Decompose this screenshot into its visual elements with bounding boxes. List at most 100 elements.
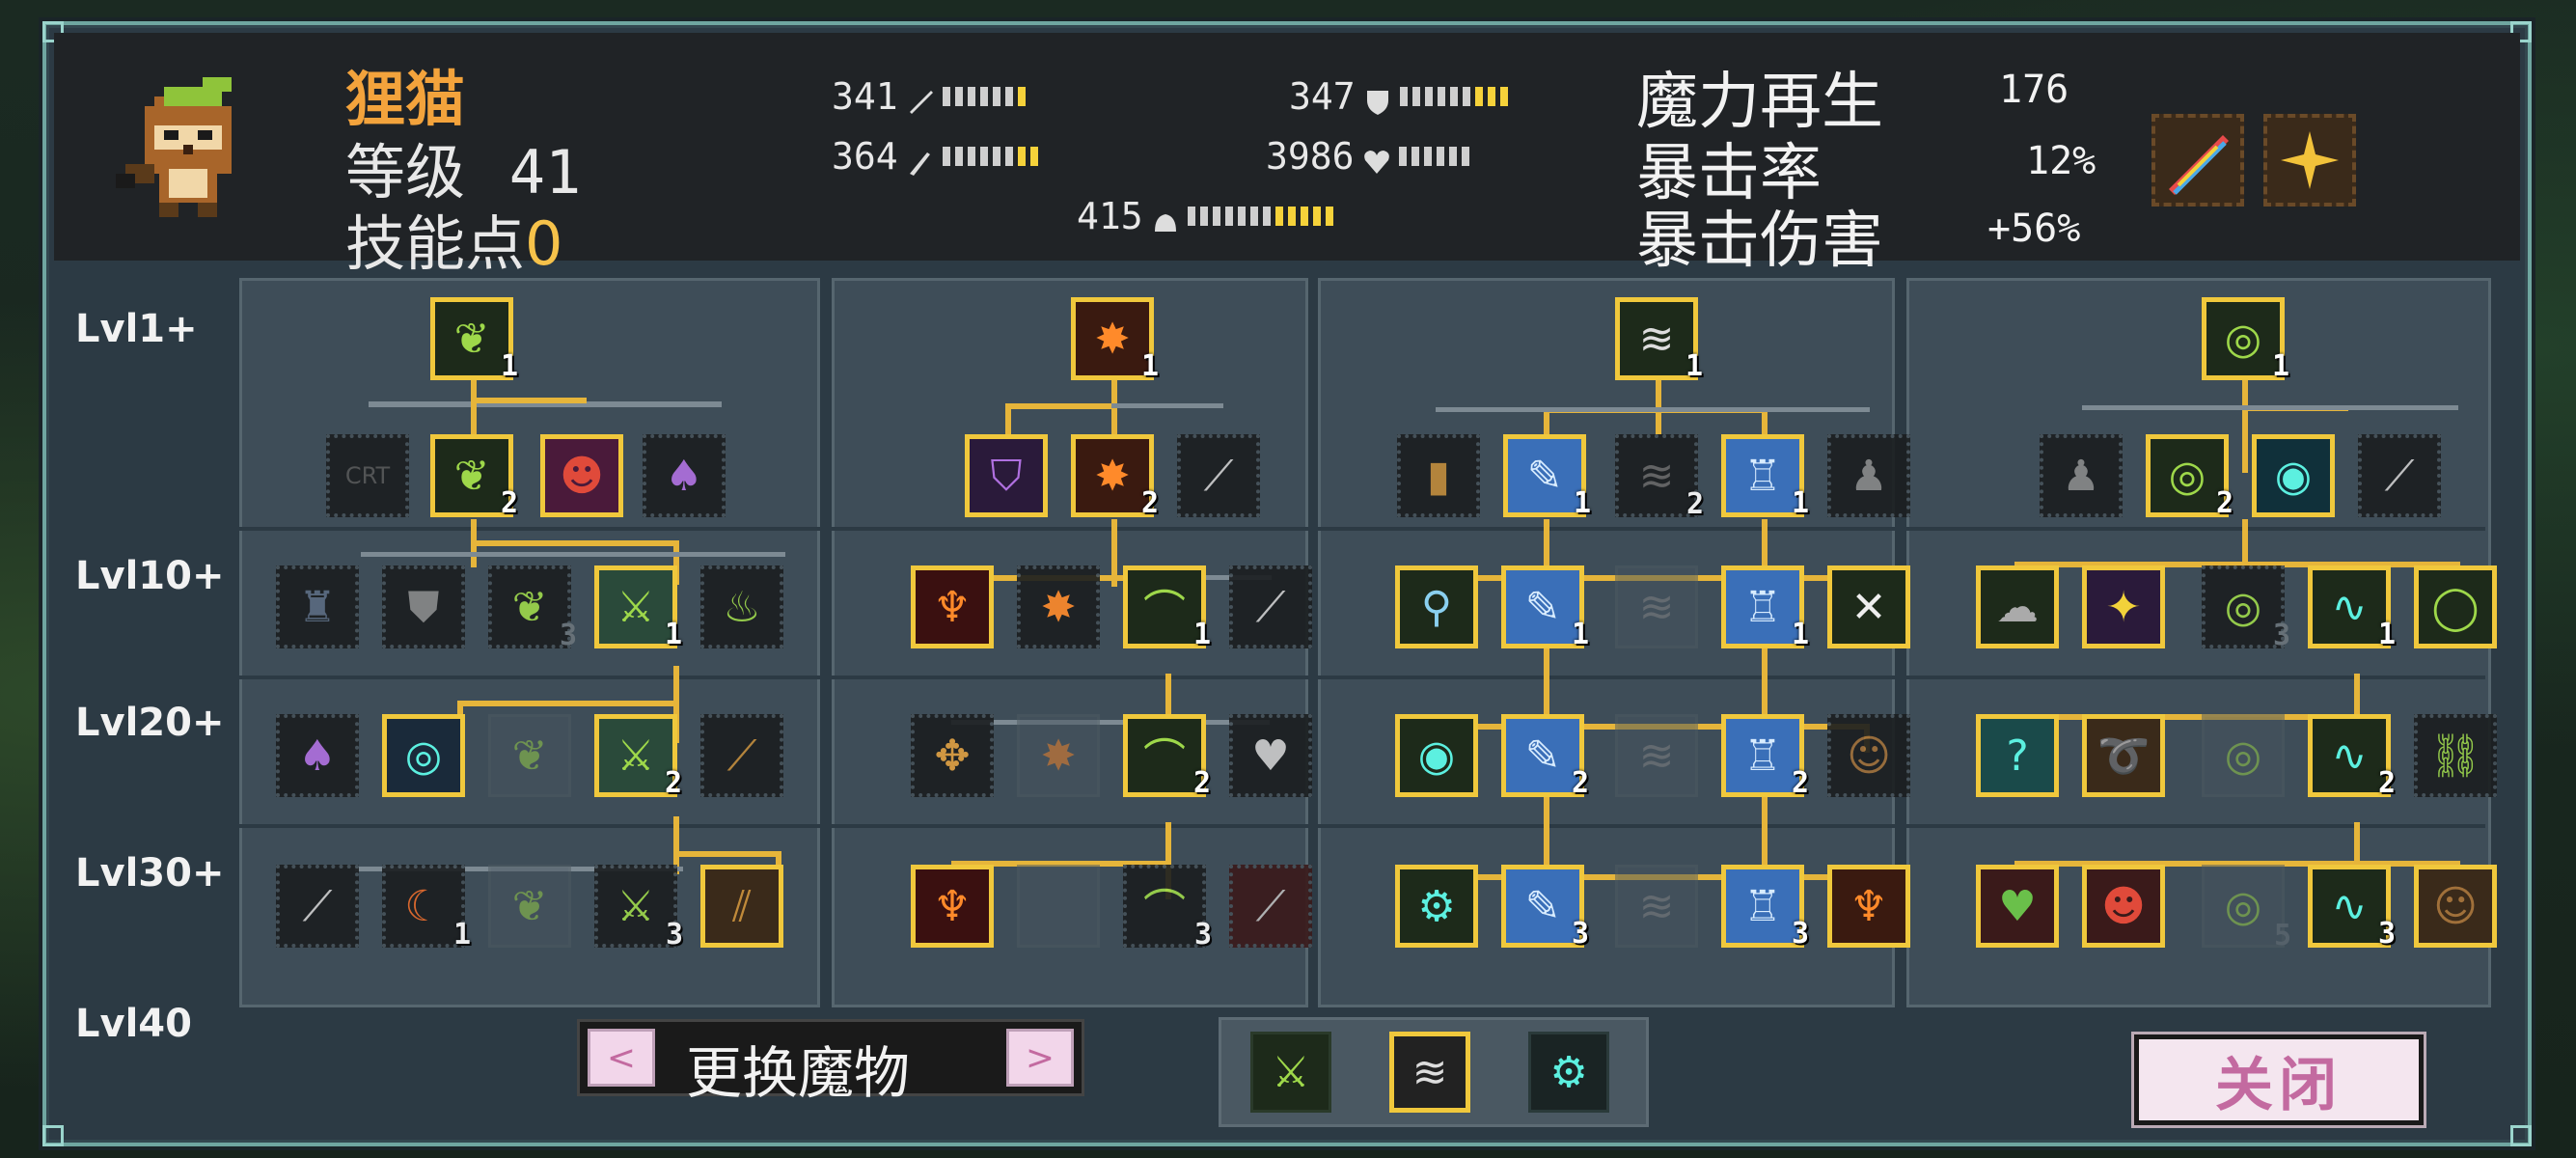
skill-tornado[interactable]: ≋ 1 xyxy=(1615,297,1703,383)
skill-bubble-orb[interactable]: ◎ xyxy=(382,714,465,797)
active-slot-tornado[interactable]: ≋ xyxy=(1389,1032,1470,1113)
skill-storm-cloud[interactable]: ☁ xyxy=(1976,565,2059,648)
corner-ornament xyxy=(2510,1125,2532,1146)
skill-color-star[interactable]: ✥ xyxy=(911,714,994,797)
skill-locked-tornado-2[interactable]: ≋ xyxy=(1615,714,1698,797)
equipment-slot-weapon[interactable] xyxy=(2151,114,2244,207)
skill-heart-up[interactable]: ♥ xyxy=(1229,714,1312,797)
skill-wave-beam-2[interactable]: ∿ 2 xyxy=(2308,714,2396,800)
skill-quill-flurry[interactable]: ✎ 1 xyxy=(1501,565,1589,651)
unlocked-connector xyxy=(471,540,677,546)
unlocked-connector xyxy=(673,851,780,857)
skill-locked-tornado[interactable]: ≋ xyxy=(1615,565,1698,648)
skill-boomerang[interactable]: ⌒ 1 xyxy=(1123,565,1211,651)
skill-locked-star[interactable]: ✸ xyxy=(1017,714,1100,797)
prev-monster-button[interactable]: < xyxy=(588,1029,655,1087)
skill-blue-chalice[interactable]: ♖ 1 xyxy=(1721,434,1809,520)
skill-starburst-2[interactable]: ✸ 2 xyxy=(1071,434,1159,520)
skill-cross-slash[interactable]: ✕ xyxy=(1827,565,1910,648)
skill-tornado-2[interactable]: ≋ 2 xyxy=(1615,434,1704,521)
skill-wand-boost[interactable]: ⟋ xyxy=(1177,434,1260,517)
skill-rage-form[interactable]: ♆ xyxy=(911,565,994,648)
skill-helm-up[interactable]: ♟ xyxy=(1827,434,1910,517)
skill-scroll[interactable]: ▮ xyxy=(1397,434,1480,517)
skill-target-lock-2[interactable]: ◎ 2 xyxy=(2146,434,2233,520)
skill-locked-target[interactable]: ◎ xyxy=(2202,714,2285,797)
skill-crit-plus[interactable]: CRT xyxy=(326,434,409,517)
skill-raccoon-ally[interactable]: ☺ xyxy=(2414,865,2497,948)
skill-teal-ring[interactable]: ◉ xyxy=(2252,434,2335,517)
active-slot-leaf-blade[interactable]: ⚔ xyxy=(1250,1032,1331,1113)
close-button[interactable]: 关闭 xyxy=(2134,1034,2424,1125)
defense-bar xyxy=(1399,87,1508,106)
skill-locked-slot[interactable] xyxy=(1017,865,1100,948)
skill-wand-up[interactable]: ⟋ xyxy=(1229,565,1312,648)
locked-connector xyxy=(361,552,785,557)
skill-locked-tornado-3[interactable]: ≋ xyxy=(1615,865,1698,948)
skill-golden-strike[interactable]: ⟋ xyxy=(700,714,783,797)
tier-label-lvl10: Lvl10+ xyxy=(75,554,225,598)
skill-dagger[interactable]: ⟋ xyxy=(1229,865,1312,948)
skill-wave-beam[interactable]: ∿ 1 xyxy=(2308,565,2396,651)
skill-raccoon-summon[interactable]: ☺ xyxy=(1827,714,1910,797)
skill-potion-boost[interactable]: ♠ xyxy=(276,714,359,797)
skill-quill-flurry-2[interactable]: ✎ 2 xyxy=(1501,714,1589,800)
skill-compass[interactable]: ⚲ xyxy=(1395,565,1478,648)
skill-boomerang-3[interactable]: ⌒ 3 xyxy=(1123,865,1212,951)
skill-attack-up[interactable]: ⟋ xyxy=(276,865,359,948)
skill-vortex-ring[interactable]: ◉ xyxy=(1395,714,1478,797)
skill-blue-quill[interactable]: ✎ 1 xyxy=(1503,434,1591,520)
skill-red-beast[interactable]: ☻ xyxy=(2082,865,2165,948)
skill-wand-power[interactable]: ⟋ xyxy=(2358,434,2441,517)
skill-arcane-shield[interactable]: ⛉ xyxy=(965,434,1048,517)
skill-helm-boost[interactable]: ♟ xyxy=(2040,434,2123,517)
skill-chalice-flurry-2[interactable]: ♖ 2 xyxy=(1721,714,1809,800)
skill-target-dim[interactable]: ◎ 3 xyxy=(2202,565,2290,652)
skill-armor-stance[interactable]: ♜ xyxy=(276,565,359,648)
active-slot-gear[interactable]: ⚙ xyxy=(1528,1032,1609,1113)
skill-boomerang-2[interactable]: ⌒ 2 xyxy=(1123,714,1211,800)
heart-icon xyxy=(1362,142,1391,174)
skill-fire-crescent[interactable]: ☾ 1 xyxy=(382,865,471,951)
skill-claw-slash[interactable]: ⫽ xyxy=(700,865,783,948)
skill-golden-spark[interactable]: ✦ xyxy=(2082,565,2165,648)
rainbow-sword-icon xyxy=(2169,135,2229,195)
skill-locked-target-2[interactable]: ◎ 5 xyxy=(2202,865,2291,952)
skill-beast-mask[interactable]: ☻ xyxy=(540,434,623,517)
skill-chalice-flurry[interactable]: ♖ 1 xyxy=(1721,565,1809,651)
skill-level: 2 xyxy=(664,766,682,800)
skill-points-value: 0 xyxy=(525,208,563,279)
skill-mana-potion[interactable]: ♠ xyxy=(643,434,726,517)
skill-heart-berry[interactable]: ♥ xyxy=(1976,865,2059,948)
skill-green-ring[interactable]: ◯ xyxy=(2414,565,2497,648)
equipment-slot-accessory[interactable] xyxy=(2263,114,2356,207)
skill-wave-beam-3[interactable]: ∿ 3 xyxy=(2308,865,2396,951)
skill-leaf-slash[interactable]: ❦ 1 xyxy=(430,297,518,383)
skill-leaf-blade[interactable]: ⚔ 1 xyxy=(594,565,682,651)
health-bar xyxy=(1398,147,1469,166)
unlocked-connector xyxy=(1656,376,1661,434)
skill-quill-flurry-3[interactable]: ✎ 3 xyxy=(1501,865,1589,951)
skill-chalice-flurry-3[interactable]: ♖ 3 xyxy=(1721,865,1809,951)
skill-swirl[interactable]: ➰ xyxy=(2082,714,2165,797)
skill-rage-form-2[interactable]: ♆ xyxy=(911,865,994,948)
skill-defense-up[interactable]: ⛊ xyxy=(382,565,465,648)
skill-flame-beast[interactable]: ♆ xyxy=(1827,865,1910,948)
skill-target-lock[interactable]: ◎ 1 xyxy=(2202,297,2289,383)
skill-locked-leaf[interactable]: ❦ xyxy=(488,714,571,797)
skill-starburst[interactable]: ✸ 1 xyxy=(1071,297,1159,383)
skill-leaf-blade-3[interactable]: ⚔ 3 xyxy=(594,865,683,951)
skill-chain-link[interactable]: ⛓ xyxy=(2414,714,2497,797)
skill-level: 1 xyxy=(1791,618,1809,651)
skill-locked-leaf-2[interactable]: ❦ xyxy=(488,865,571,948)
skill-leaf-storm[interactable]: ❦ 3 xyxy=(488,565,577,652)
unlocked-connector xyxy=(457,701,679,706)
skill-level: 2 xyxy=(2377,766,2396,800)
stat-attack: 341 xyxy=(832,75,1026,118)
next-monster-button[interactable]: > xyxy=(1006,1029,1074,1087)
skill-saw-wheel[interactable]: ⚙ xyxy=(1395,865,1478,948)
skill-leaf-blade-2[interactable]: ⚔ 2 xyxy=(594,714,682,800)
skill-leaf-slash-2[interactable]: ❦ 2 xyxy=(430,434,518,520)
skill-mystery[interactable]: ? xyxy=(1976,714,2059,797)
skill-poison-cup[interactable]: ♨ xyxy=(700,565,783,648)
